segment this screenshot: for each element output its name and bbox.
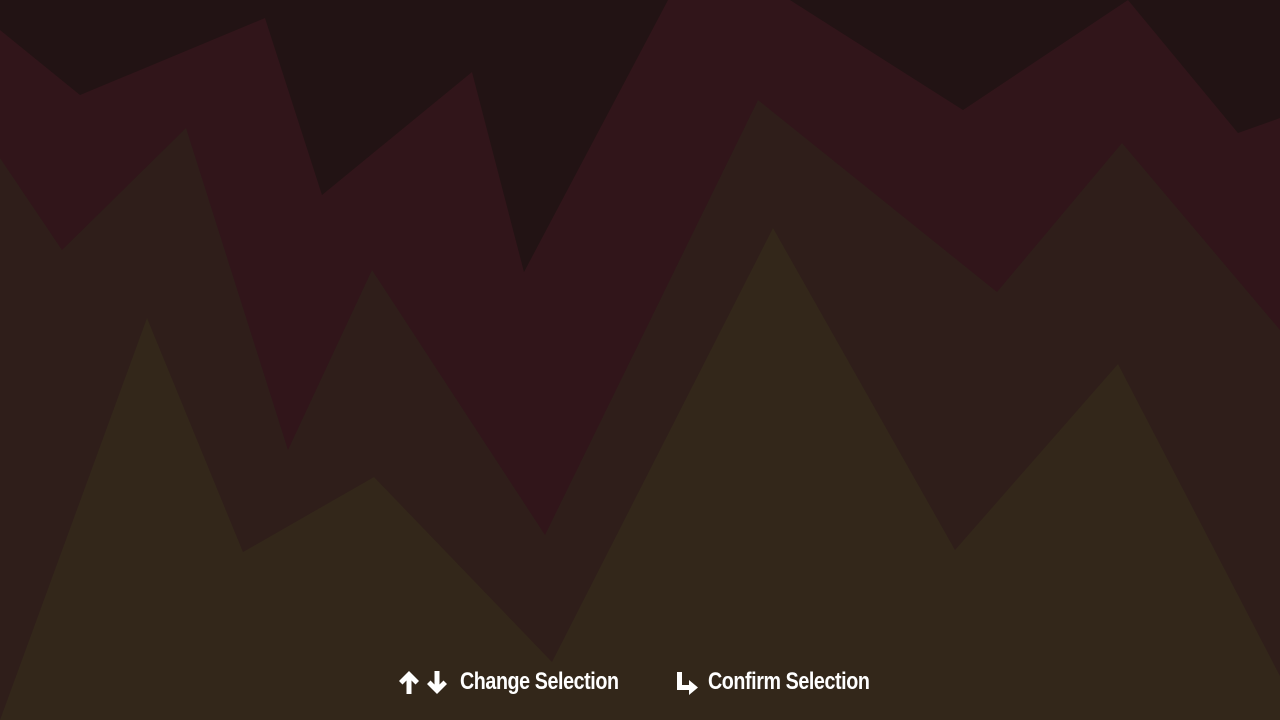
game-screen: Change Selection Confirm Selection xyxy=(0,0,1280,720)
confirm-selection-hint: Confirm Selection xyxy=(674,660,905,704)
change-selection-hint: Change Selection xyxy=(396,660,653,704)
confirm-selection-label: Confirm Selection xyxy=(708,668,870,695)
arrow-up-icon xyxy=(396,668,422,696)
change-selection-label: Change Selection xyxy=(460,668,619,695)
enter-return-icon xyxy=(674,668,700,696)
mountain-background xyxy=(0,0,1280,720)
controls-hint-bar: Change Selection Confirm Selection xyxy=(0,660,1280,704)
arrow-down-icon xyxy=(424,668,450,696)
